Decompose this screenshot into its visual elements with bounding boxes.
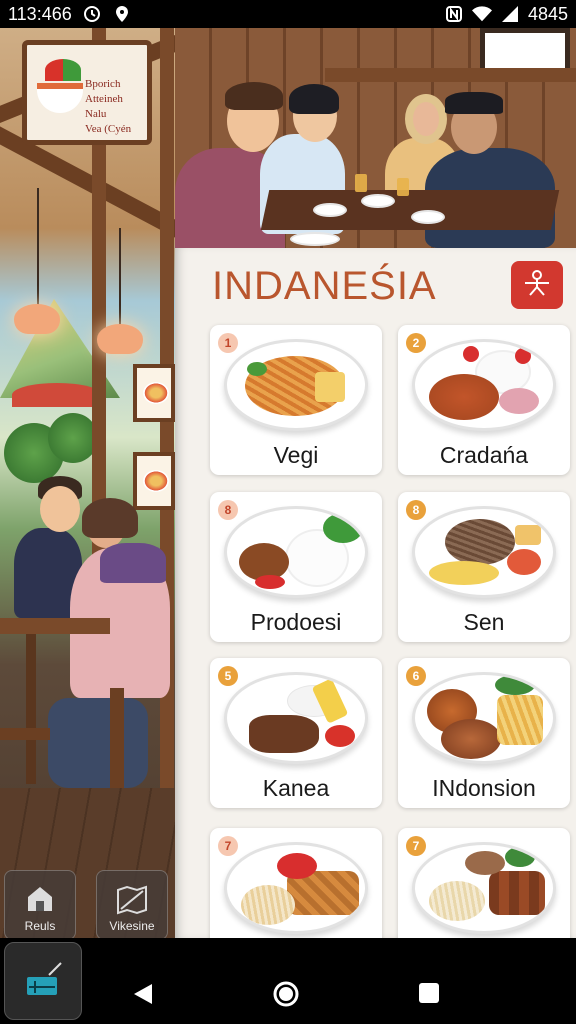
card-number-badge: 6 [406, 666, 426, 686]
sign-text: Bporich Atteineh Nalu Vea (Cyén [85, 77, 131, 137]
wifi-icon [471, 4, 492, 24]
menu-card[interactable]: 8 Prodoesi [210, 492, 382, 642]
dish-image [412, 842, 556, 934]
status-time: 113:466 [8, 3, 72, 24]
menu-card[interactable]: 7 [210, 828, 382, 938]
restaurant-button[interactable]: Reuls [4, 870, 76, 938]
card-number-badge: 8 [406, 500, 426, 520]
plate [361, 194, 395, 208]
back-button[interactable] [132, 982, 154, 1011]
wall-picture [133, 364, 175, 422]
dish-image [412, 339, 556, 431]
scarf [100, 543, 166, 583]
cup [397, 178, 409, 196]
table [0, 618, 110, 634]
menu-card[interactable]: 6 INdonsion [398, 658, 570, 808]
app-switcher-icon [21, 957, 65, 1006]
village-button[interactable]: Vikesine [96, 870, 168, 938]
plate [290, 232, 340, 246]
lamp [97, 324, 143, 354]
card-number-badge: 8 [218, 500, 238, 520]
app-switcher-button[interactable] [4, 942, 82, 1020]
wall-picture [133, 452, 175, 510]
chair [0, 728, 50, 740]
shelf [325, 68, 576, 82]
dish-image [224, 339, 368, 431]
dish-image [412, 672, 556, 764]
card-label: Prodoesi [250, 609, 342, 635]
sign-line: Nalu [85, 108, 107, 120]
card-label: Kanea [262, 775, 330, 801]
plate [411, 210, 445, 224]
status-bar: 113:466 4845 [0, 0, 576, 28]
dish-image [224, 672, 368, 764]
card-number-badge: 7 [218, 836, 238, 856]
restaurant-illustration: Bporich Atteineh Nalu Vea (Cyén Reuls Vi… [0, 28, 175, 938]
cap [445, 92, 503, 114]
plate [313, 203, 347, 217]
recents-button[interactable] [418, 982, 440, 1009]
back-icon [132, 982, 154, 1011]
signal-icon [500, 4, 520, 24]
diner-head [405, 94, 447, 144]
card-label: Sen [463, 609, 505, 635]
card-number-badge: 5 [218, 666, 238, 686]
sign-line: Bporich [85, 78, 121, 90]
sign-logo-icon [45, 59, 81, 81]
recents-icon [418, 982, 440, 1009]
restaurant-sign: Bporich Atteineh Nalu Vea (Cyén [22, 40, 152, 145]
share-button[interactable] [511, 261, 563, 309]
umbrella-scenery [12, 383, 102, 407]
lamp-cord [119, 228, 121, 328]
home-circle-icon [272, 980, 300, 1013]
palm-scenery [48, 413, 98, 463]
menu-card[interactable]: 2 Cradańa [398, 325, 570, 475]
card-label: Vegi [273, 442, 319, 468]
navigation-bar [0, 938, 576, 1024]
menu-card[interactable]: 8 Sen [398, 492, 570, 642]
nfc-icon [444, 4, 464, 24]
dish-image [224, 506, 368, 598]
lamp-cord [37, 188, 39, 308]
card-number-badge: 2 [406, 333, 426, 353]
diner-hair [82, 498, 138, 538]
diner-hair [225, 82, 283, 110]
menu-card[interactable]: 7 [398, 828, 570, 938]
diner-jeans [48, 698, 148, 788]
clock-icon [82, 4, 102, 24]
menu-panel: INDANEŚIA 1 Vegi 2 Cradańa 8 Prodoesi 8 … [175, 248, 576, 938]
bowl-icon [37, 83, 83, 113]
menu-card[interactable]: 5 Kanea [210, 658, 382, 808]
restaurant-button-label: Reuls [24, 919, 56, 933]
diner-hair [289, 84, 339, 114]
home-button[interactable] [272, 980, 300, 1013]
sign-line: Vea (Cyén [85, 123, 132, 135]
lamp [14, 304, 60, 334]
table [260, 190, 560, 230]
card-number-badge: 1 [218, 333, 238, 353]
dish-image [412, 506, 556, 598]
page-title: INDANEŚIA [212, 264, 437, 308]
menu-card[interactable]: 1 Vegi [210, 325, 382, 475]
sign-line: Atteineh [85, 93, 123, 105]
dish-image [224, 842, 368, 934]
diner-head [40, 486, 80, 532]
map-icon [115, 885, 149, 918]
card-label: INdonsion [432, 775, 536, 801]
share-icon [520, 266, 554, 305]
diners-photo [175, 28, 576, 248]
village-button-label: Vikesine [109, 919, 155, 933]
cup [355, 174, 367, 192]
location-icon [112, 4, 132, 24]
card-label: Cradańa [439, 442, 529, 468]
table-leg [26, 634, 36, 784]
home-icon [25, 885, 55, 916]
card-number-badge: 7 [406, 836, 426, 856]
battery-text: 4845 [527, 3, 568, 24]
